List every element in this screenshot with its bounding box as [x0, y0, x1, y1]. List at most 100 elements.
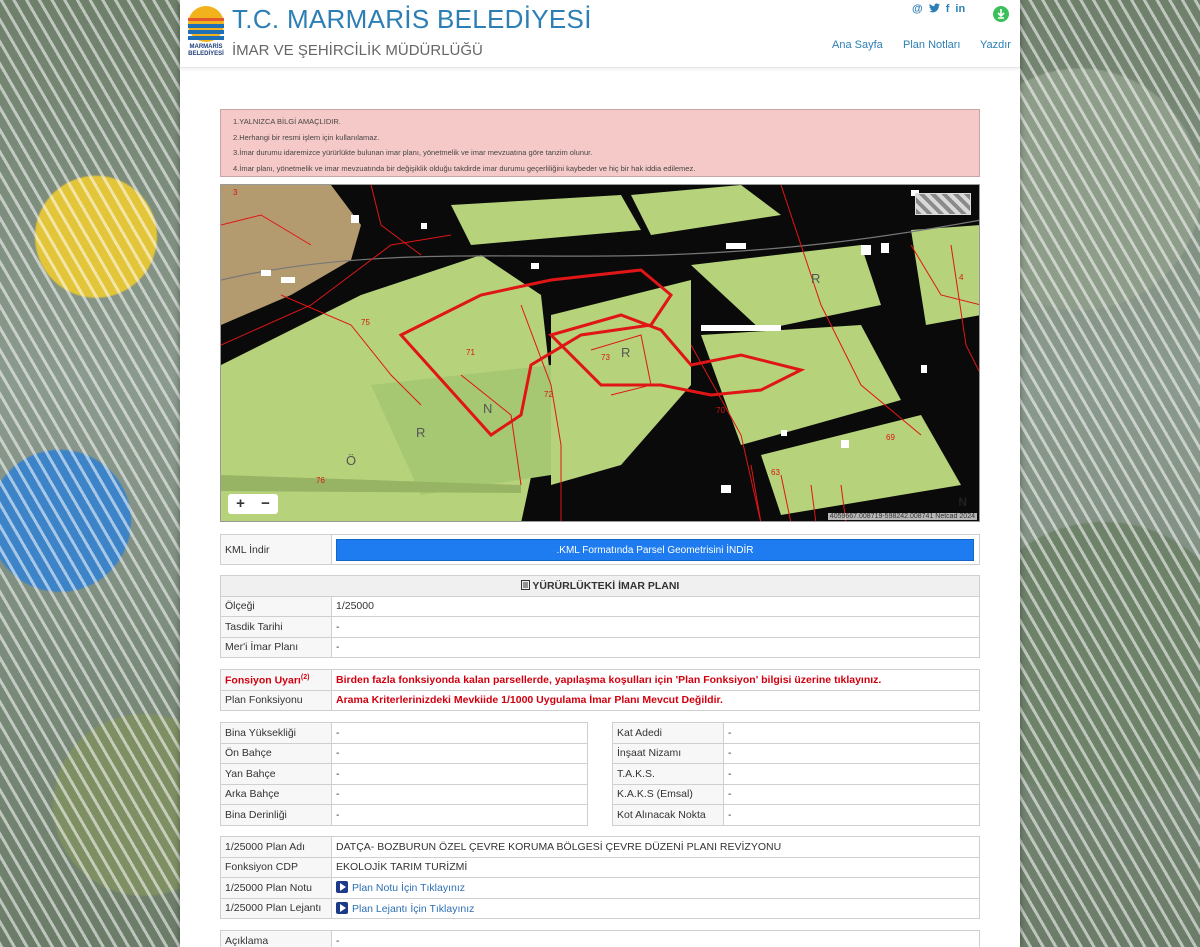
table-row: Fonksiyon CDP EKOLOJİK TARIM TURİZMİ — [220, 856, 980, 878]
place-letter: Ö — [346, 453, 356, 468]
plan-note-link[interactable]: Plan Notu İçin Tıklayınız — [352, 882, 465, 894]
document-icon — [520, 579, 533, 592]
download-icon[interactable] — [993, 6, 1009, 22]
side-yard-value: - — [331, 763, 588, 785]
kaks-value: - — [723, 783, 980, 805]
function-warning-label: Fonsiyon Uyarı(2) — [220, 669, 332, 691]
facebook-icon[interactable]: f — [946, 3, 950, 16]
plan-name-value: DATÇA- BOZBURUN ÖZEL ÇEVRE KORUMA BÖLGES… — [331, 836, 980, 858]
scale-value: 1/25000 — [331, 595, 980, 617]
table-row: Tasdik Tarihi - — [220, 616, 980, 638]
kaks-label: K.A.K.S (Emsal) — [612, 783, 724, 805]
table-row: T.A.K.S. - — [612, 763, 980, 785]
main-page: MARMARİS BELEDİYESİ T.C. MARMARİS BELEDİ… — [180, 0, 1020, 947]
construction-order-label: İnşaat Nizamı — [612, 742, 724, 764]
page-title: T.C. MARMARİS BELEDİYESİ — [232, 4, 592, 34]
social-links: @ f in — [912, 3, 965, 16]
play-icon[interactable] — [336, 881, 348, 894]
parcel-map[interactable]: 3 75 71 73 72 70 69 63 76 4 Ö R N R R + … — [220, 184, 980, 522]
building-height-label: Bina Yüksekliği — [220, 722, 332, 744]
parcel-label: 4 — [959, 273, 964, 282]
disclaimer-line: 2.Herhangi bir resmi işlem için kullanıl… — [233, 132, 380, 142]
twitter-icon[interactable] — [928, 3, 940, 16]
front-yard-label: Ön Bahçe — [220, 742, 332, 764]
table-row: Yan Bahçe - — [220, 763, 588, 785]
taks-label: T.A.K.S. — [612, 763, 724, 785]
place-letter: R — [811, 271, 820, 286]
table-row: Açıklama - — [220, 930, 980, 947]
floor-count-value: - — [723, 722, 980, 744]
disclaimer-line: 1.YALNIZCA BİLGİ AMAÇLIDIR. — [233, 117, 341, 126]
plan-legend-cell: Plan Lejantı İçin Tıklayınız — [331, 897, 980, 919]
play-icon[interactable] — [336, 901, 348, 914]
table-row: K.A.K.S (Emsal) - — [612, 783, 980, 805]
parcel-label: 3 — [233, 188, 238, 197]
plan-note-cell: Plan Notu İçin Tıklayınız — [331, 877, 980, 899]
place-letter: N — [483, 401, 492, 416]
approval-date-value: - — [331, 616, 980, 638]
kml-download-button[interactable]: .KML Formatında Parsel Geometrisini İNDİ… — [336, 538, 974, 561]
building-left-table: Bina Yüksekliği - Ön Bahçe - Yan Bahçe - Ar… — [220, 722, 588, 826]
approval-date-label: Tasdik Tarihi — [220, 616, 332, 638]
plan-25000-table: 1/25000 Plan Adı DATÇA- BOZBURUN ÖZEL ÇE… — [220, 836, 980, 919]
email-icon[interactable]: @ — [912, 3, 923, 16]
elevation-point-label: Kot Alınacak Nokta — [612, 804, 724, 826]
plan-function-label: Plan Fonksiyonu — [220, 689, 332, 711]
nav-home[interactable]: Ana Sayfa — [832, 39, 883, 51]
zoning-plan-table: YÜRÜRLÜKTEKİ İMAR PLANI Ölçeği 1/25000 T… — [220, 575, 980, 658]
parcel-label: 63 — [771, 468, 780, 477]
disclaimer-line: 3.İmar durumu idaremizce yürürlükte bulu… — [233, 148, 593, 157]
disclaimer-line: 4.İmar planı, yönetmelik ve imar mevzuat… — [233, 163, 696, 173]
linkedin-icon[interactable]: in — [955, 3, 965, 16]
building-depth-value: - — [331, 804, 588, 826]
table-row: Bina Yüksekliği - — [220, 722, 588, 744]
zoom-controls: + − — [228, 494, 278, 514]
nav-plan-notes[interactable]: Plan Notları — [903, 39, 960, 51]
function-warning-text[interactable]: Birden fazla fonksiyonda kalan parseller… — [331, 669, 980, 691]
parcel-label: 75 — [361, 318, 370, 327]
table-row: 1/25000 Plan Notu Plan Notu İçin Tıklayı… — [220, 877, 980, 899]
plan-legend-link[interactable]: Plan Lejantı İçin Tıklayınız — [352, 903, 474, 915]
table-row: 1/25000 Plan Lejantı Plan Lejantı İçin T… — [220, 897, 980, 919]
cdp-function-label: Fonksiyon CDP — [220, 856, 332, 878]
section-title: YÜRÜRLÜKTEKİ İMAR PLANI — [532, 579, 680, 592]
parcel-label: 76 — [316, 476, 325, 485]
parcel-label: 72 — [544, 390, 553, 399]
table-row: Ön Bahçe - — [220, 742, 588, 764]
logo-text-2: BELEDİYESİ — [188, 51, 224, 57]
table-row: Bina Derinliği - — [220, 804, 588, 826]
back-yard-value: - — [331, 783, 588, 805]
map-attribution: 4059667.008719-598242.008741 Netcad 2024 — [827, 513, 977, 520]
kml-table: KML İndir .KML Formatında Parsel Geometr… — [220, 534, 980, 565]
place-letter: R — [416, 425, 425, 440]
section-header: YÜRÜRLÜKTEKİ İMAR PLANI — [220, 575, 980, 597]
table-row: Mer'i İmar Planı - — [220, 636, 980, 658]
plan-note-label: 1/25000 Plan Notu — [220, 877, 332, 899]
side-yard-label: Yan Bahçe — [220, 763, 332, 785]
table-row: Kat Adedi - — [612, 722, 980, 744]
zoom-in-button[interactable]: + — [228, 494, 253, 514]
taks-value: - — [723, 763, 980, 785]
parcel-label: 73 — [601, 353, 610, 362]
plan-function-value[interactable]: Arama Kriterlerinizdeki Mevkiide 1/1000 … — [331, 689, 980, 711]
parcel-label: 71 — [466, 348, 475, 357]
building-height-value: - — [331, 722, 588, 744]
plan-legend-label: 1/25000 Plan Lejantı — [220, 897, 332, 919]
map-canvas[interactable]: 3 75 71 73 72 70 69 63 76 4 Ö R N R R — [221, 185, 980, 522]
parcel-label: 69 — [886, 433, 895, 442]
front-yard-value: - — [331, 742, 588, 764]
north-arrow: N — [958, 495, 967, 509]
back-yard-label: Arka Bahçe — [220, 783, 332, 805]
table-row: Fonsiyon Uyarı(2) Birden fazla fonksiyon… — [220, 669, 980, 691]
nav-print[interactable]: Yazdır — [980, 39, 1011, 51]
scale-label: Ölçeği — [220, 595, 332, 617]
basemap-switcher[interactable] — [915, 193, 971, 215]
zoom-out-button[interactable]: − — [253, 494, 278, 514]
table-row: Plan Fonksiyonu Arama Kriterlerinizdeki … — [220, 689, 980, 711]
building-right-table: Kat Adedi - İnşaat Nizamı - T.A.K.S. - K.A.… — [612, 722, 980, 826]
current-plan-label: Mer'i İmar Planı — [220, 636, 332, 658]
function-table: Fonsiyon Uyarı(2) Birden fazla fonksiyon… — [220, 669, 980, 711]
table-row: Kot Alınacak Nokta - — [612, 804, 980, 826]
table-row: Ölçeği 1/25000 — [220, 595, 980, 617]
cdp-function-value: EKOLOJİK TARIM TURİZMİ — [331, 856, 980, 878]
